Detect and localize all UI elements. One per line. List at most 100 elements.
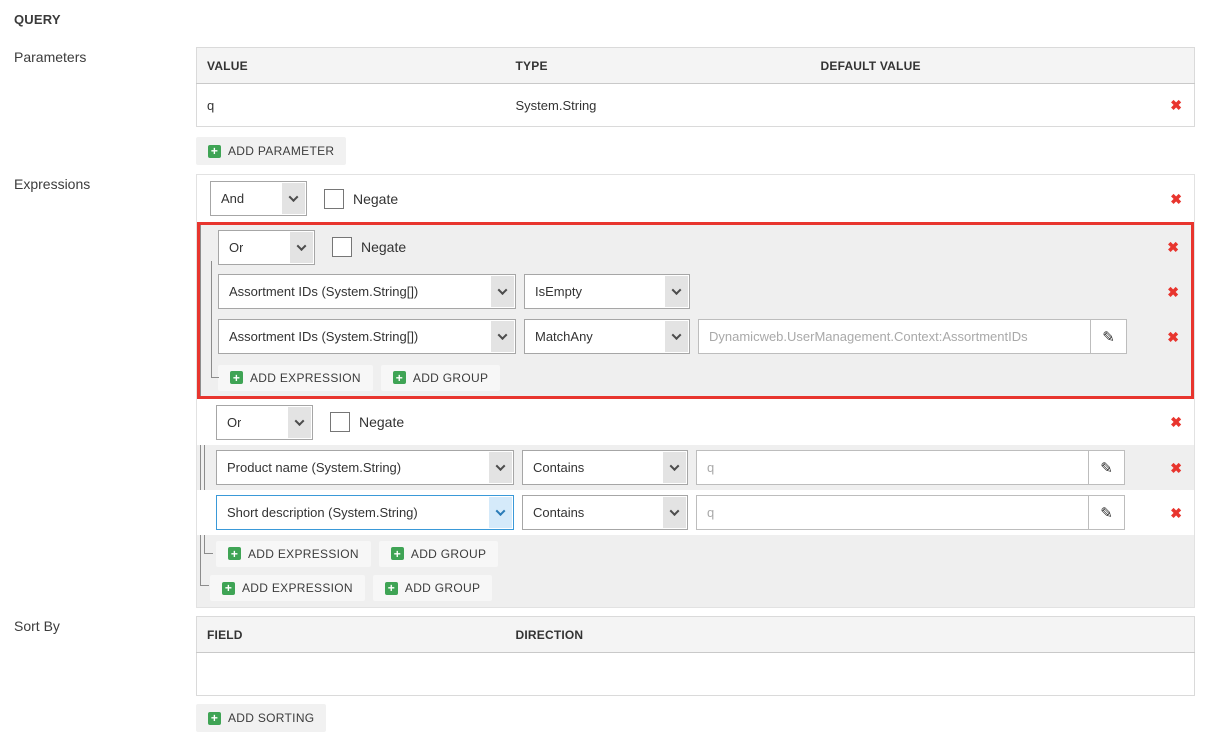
expression-row-short-description: Short description (System.String) Contai… (197, 490, 1194, 535)
root-operator-value: And (211, 191, 244, 206)
parameters-header-row: VALUE TYPE DEFAULT VALUE (197, 48, 1195, 84)
column-header-field: FIELD (197, 617, 506, 653)
plus-icon: + (391, 547, 404, 560)
operator-select-contains-1[interactable]: Contains (522, 450, 688, 485)
field-select-short-description[interactable]: Short description (System.String) (216, 495, 514, 530)
add-sorting-label: ADD SORTING (228, 711, 314, 725)
chevron-down-icon (491, 276, 514, 307)
remove-parameter-button[interactable]: ✖ (1168, 96, 1184, 114)
operator-select-value: MatchAny (525, 329, 593, 344)
operator-select-isempty[interactable]: IsEmpty (524, 274, 690, 309)
chevron-down-icon (665, 276, 688, 307)
assortment-group-operator-select[interactable]: Or (218, 230, 315, 265)
pencil-icon[interactable]: ✎ (1088, 450, 1125, 485)
assortment-group-header-row: Or Negate ✖ (200, 225, 1191, 269)
column-header-remove (1125, 48, 1195, 84)
remove-assortment-group-button[interactable]: ✖ (1165, 238, 1181, 256)
operator-select-value: Contains (523, 505, 584, 520)
plus-icon: + (208, 145, 221, 158)
plus-icon: + (385, 582, 398, 595)
expression-row-isempty: Assortment IDs (System.String[]) IsEmpty… (200, 269, 1191, 314)
field-select-assortment-1[interactable]: Assortment IDs (System.String[]) (218, 274, 516, 309)
expression-row-product-name: Product name (System.String) Contains ✎ … (197, 445, 1194, 490)
parameters-section: Parameters VALUE TYPE DEFAULT VALUE q Sy… (14, 47, 1219, 165)
column-header-value: VALUE (197, 48, 506, 84)
search-group-negate-checkbox[interactable] (330, 412, 350, 432)
add-parameter-button[interactable]: + ADD PARAMETER (196, 137, 346, 165)
remove-expression-button[interactable]: ✖ (1168, 504, 1184, 522)
add-group-button[interactable]: + ADD GROUP (379, 541, 498, 567)
parameter-value-cell: q (197, 84, 506, 127)
chevron-down-icon (663, 497, 686, 528)
sort-by-table: FIELD DIRECTION (196, 616, 1195, 696)
expression-value-input[interactable] (696, 450, 1088, 485)
column-header-default-value: DEFAULT VALUE (811, 48, 1125, 84)
assortment-group-highlighted: Or Negate ✖ Assortment IDs (System.Strin… (197, 222, 1194, 399)
remove-search-group-button[interactable]: ✖ (1168, 413, 1184, 431)
field-select-value: Product name (System.String) (217, 460, 401, 475)
plus-icon: + (208, 712, 221, 725)
operator-select-value: IsEmpty (525, 284, 582, 299)
root-negate-checkbox[interactable] (324, 189, 344, 209)
field-select-value: Short description (System.String) (217, 505, 418, 520)
add-expression-label: ADD EXPRESSION (250, 371, 361, 385)
chevron-down-icon (489, 452, 512, 483)
parameter-default-value-cell (811, 84, 1125, 127)
add-expression-button[interactable]: + ADD EXPRESSION (216, 541, 371, 567)
parameter-row: q System.String ✖ (197, 84, 1195, 127)
add-expression-button[interactable]: + ADD EXPRESSION (210, 575, 365, 601)
tree-connector-line (200, 585, 209, 586)
expression-value-input[interactable] (696, 495, 1088, 530)
search-group-header-row: Or Negate ✖ (197, 399, 1194, 445)
sort-field-cell (197, 653, 506, 696)
plus-icon: + (228, 547, 241, 560)
expressions-label: Expressions (14, 174, 196, 192)
search-group-negate-label: Negate (359, 414, 404, 430)
column-header-type: TYPE (506, 48, 811, 84)
chevron-down-icon (665, 321, 688, 352)
search-group: Or Negate ✖ Product name (System.String) (197, 399, 1194, 572)
parameters-table: VALUE TYPE DEFAULT VALUE q System.String… (196, 47, 1195, 127)
add-group-button[interactable]: + ADD GROUP (373, 575, 492, 601)
root-group-add-row: + ADD EXPRESSION + ADD GROUP (197, 572, 1194, 604)
add-expression-label: ADD EXPRESSION (242, 581, 353, 595)
add-expression-button[interactable]: + ADD EXPRESSION (218, 365, 373, 391)
operator-select-contains-2[interactable]: Contains (522, 495, 688, 530)
parameters-label: Parameters (14, 47, 196, 65)
chevron-down-icon (282, 183, 305, 214)
query-editor-page: QUERY Parameters VALUE TYPE DEFAULT VALU… (0, 0, 1219, 732)
add-group-label: ADD GROUP (411, 547, 486, 561)
search-group-add-row: + ADD EXPRESSION + ADD GROUP (197, 535, 1194, 572)
remove-expression-button[interactable]: ✖ (1165, 283, 1181, 301)
remove-expression-button[interactable]: ✖ (1165, 328, 1181, 346)
operator-select-matchany[interactable]: MatchAny (524, 319, 690, 354)
chevron-down-icon (491, 321, 514, 352)
add-sorting-button[interactable]: + ADD SORTING (196, 704, 326, 732)
field-select-product-name[interactable]: Product name (System.String) (216, 450, 514, 485)
add-group-label: ADD GROUP (413, 371, 488, 385)
expression-value-input[interactable] (698, 319, 1090, 354)
field-select-value: Assortment IDs (System.String[]) (219, 284, 418, 299)
pencil-icon[interactable]: ✎ (1090, 319, 1127, 354)
remove-root-group-button[interactable]: ✖ (1168, 190, 1184, 208)
add-parameter-label: ADD PARAMETER (228, 144, 334, 158)
root-operator-select[interactable]: And (210, 181, 307, 216)
chevron-down-icon (489, 497, 512, 528)
field-select-assortment-2[interactable]: Assortment IDs (System.String[]) (218, 319, 516, 354)
chevron-down-icon (290, 232, 313, 263)
field-select-value: Assortment IDs (System.String[]) (219, 329, 418, 344)
add-group-label: ADD GROUP (405, 581, 480, 595)
assortment-group-negate-checkbox[interactable] (332, 237, 352, 257)
sort-by-empty-row (197, 653, 1195, 696)
sort-by-section: Sort By FIELD DIRECTION + AD (14, 616, 1219, 732)
page-title: QUERY (14, 12, 1219, 27)
search-group-operator-select[interactable]: Or (216, 405, 313, 440)
add-expression-label: ADD EXPRESSION (248, 547, 359, 561)
assortment-group-add-row: + ADD EXPRESSION + ADD GROUP (200, 359, 1191, 396)
root-group-header-row: And Negate ✖ (197, 175, 1194, 222)
add-group-button[interactable]: + ADD GROUP (381, 365, 500, 391)
operator-select-value: Contains (523, 460, 584, 475)
pencil-icon[interactable]: ✎ (1088, 495, 1125, 530)
remove-expression-button[interactable]: ✖ (1168, 459, 1184, 477)
root-negate-label: Negate (353, 191, 398, 207)
